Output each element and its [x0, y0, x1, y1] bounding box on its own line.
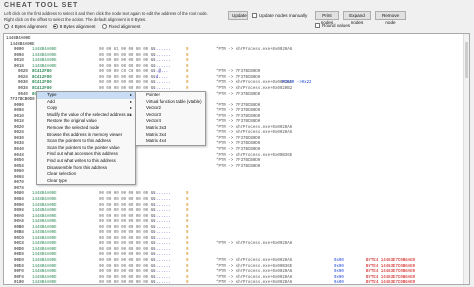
menu-item-label: Find out what accesses this address	[47, 151, 118, 157]
annotation-cell: *PTR -> shrProcess.exe+0x0020A6	[216, 281, 293, 285]
type-submenu-item[interactable]: Pointer	[136, 92, 205, 99]
context-menu-item[interactable]: Restore the original value	[37, 118, 135, 125]
compare-cell: BYTE4 14483E7C0B6AE0	[366, 281, 416, 285]
update-nodes-manually-checkbox[interactable]: Update nodes manually	[252, 13, 307, 18]
submenu-arrow-icon: ▸	[129, 98, 132, 104]
type-submenu-item[interactable]: Vector4	[136, 118, 205, 125]
menu-item-label: Add	[47, 98, 55, 104]
menu-item-label: Copy	[47, 105, 58, 111]
instruction-line: Left click on the first address to selec…	[4, 11, 208, 16]
context-menu-item[interactable]: Scan the pointers to this address	[37, 138, 135, 145]
print-nodes-button[interactable]: Print nodes	[315, 11, 339, 25]
submenu-arrow-icon: ▸	[129, 111, 132, 117]
app-title: CHEAT TOOL SET	[4, 2, 79, 9]
context-menu-item[interactable]: Remove the selected node	[37, 125, 135, 132]
type-submenu-item[interactable]: Matrix 4x4	[136, 138, 205, 145]
alignment-fixed-radio[interactable]: Fixed alignment	[101, 24, 141, 29]
radio-dot	[101, 24, 107, 29]
menu-item-label: Modify the value of the selected address…	[47, 111, 132, 117]
submenu-arrow-icon: ▸	[129, 105, 132, 111]
context-menu-item[interactable]: Disassemble from this address	[37, 165, 135, 172]
type-submenu-item[interactable]: Virtual function table (vtable)	[136, 99, 205, 106]
menu-item-label: Scan the pointers to the pointer value	[47, 144, 120, 150]
instructions: Left click on the first address to selec…	[4, 11, 214, 22]
instruction-line: Right click on the offset to select the …	[4, 16, 147, 22]
radio-label: Fixed alignment	[108, 24, 141, 29]
context-menu-item[interactable]: Scan the pointers to the pointer value	[37, 145, 135, 152]
checkbox-label: Update nodes manually	[259, 13, 308, 18]
radio-dot	[4, 24, 9, 29]
alignment-8-bytes-radio[interactable]: 8 Bytes alignment	[52, 24, 96, 29]
type-submenu-item[interactable]: Matrix 3x4	[136, 132, 205, 139]
submenu-arrow-icon: ▸	[129, 92, 132, 97]
round-values-checkbox[interactable]: Round values	[315, 23, 350, 28]
menu-item-label: Scan the pointers to this address	[47, 138, 111, 144]
remove-node-button[interactable]: Remove node	[375, 11, 406, 25]
alignment-options: 4 Bytes alignment 8 Bytes alignment Fixe…	[4, 24, 140, 29]
address-cell: 1448B4A00E	[32, 281, 57, 285]
text-cell: ........	[151, 281, 171, 285]
context-menu-item[interactable]: Find out what writes to this address	[37, 158, 135, 165]
radio-dot	[52, 24, 58, 29]
menu-item-label: Find out what writes to this address	[47, 157, 116, 163]
scrollbar-thumb[interactable]	[465, 42, 468, 78]
checkbox-box	[252, 13, 257, 18]
type-submenu-item[interactable]: Vector3	[136, 112, 205, 119]
menu-item-label: Browse this address in memory viewer	[47, 131, 123, 137]
type-submenu: Pointer Virtual function table (vtable) Ve…	[135, 91, 206, 146]
update-button[interactable]: Update	[228, 11, 248, 20]
checkbox-box	[315, 23, 320, 28]
bytes-cell: 00 00 00 00 00 00 00 00	[99, 281, 156, 285]
expand-nodes-button[interactable]: Expand nodes	[343, 11, 371, 25]
context-menu-item[interactable]: Find out what accesses this address	[37, 151, 135, 158]
context-menu-item[interactable]: Type ▸	[37, 92, 135, 99]
context-menu: Type ▸ Add ▸ Copy ▸ Modify the value of the se…	[36, 91, 136, 186]
radio-label: 8 Bytes alignment	[59, 24, 96, 29]
offset-cell: 0100	[14, 281, 24, 285]
value-cell: 0	[186, 281, 189, 285]
menu-item-label: Disassemble from this address	[47, 164, 108, 170]
alignment-4-bytes-radio[interactable]: 4 Bytes alignment	[4, 24, 47, 29]
context-menu-item[interactable]: Copy ▸	[37, 105, 135, 112]
menu-item-label: Type	[47, 92, 57, 97]
menu-item-label: Clear type	[47, 177, 68, 183]
checkbox-label: Round values	[322, 23, 351, 28]
type-submenu-item[interactable]: Matrix 3x3	[136, 125, 205, 132]
tree-row[interactable]: 0100 1448B4A00E 00 00 00 00 00 00 00 00...…	[4, 280, 464, 285]
hint-cell: 0x00	[334, 281, 344, 285]
context-menu-item[interactable]: Modify the value of the selected address…	[37, 112, 135, 119]
vertical-scrollbar[interactable]	[463, 34, 469, 284]
context-menu-item[interactable]: Add ▸	[37, 99, 135, 106]
context-menu-item[interactable]: Browse this address in memory viewer	[37, 132, 135, 139]
context-menu-item[interactable]: Clear type	[37, 178, 135, 185]
menu-item-label: Restore the original value	[47, 118, 97, 124]
menu-item-label: Remove the selected node	[47, 124, 100, 130]
radio-label: 4 Bytes alignment	[11, 24, 47, 29]
type-submenu-item[interactable]: Vector2	[136, 105, 205, 112]
menu-item-label: Clear selection	[47, 171, 77, 177]
context-menu-item[interactable]: Clear selection	[37, 171, 135, 178]
